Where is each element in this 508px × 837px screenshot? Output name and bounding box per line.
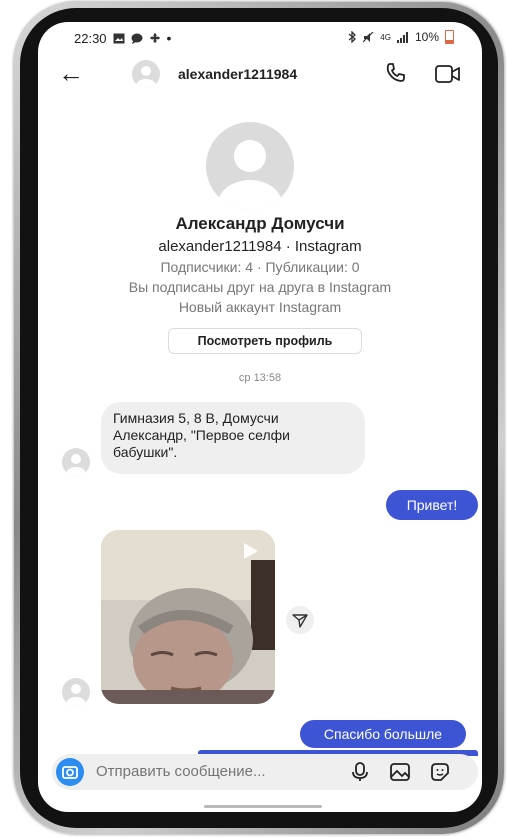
signal-icon <box>396 31 408 43</box>
phone-screen: 22:30 • 4G 10% ← alexander1211984 Алекса… <box>38 22 482 812</box>
status-right: 4G 10% <box>347 30 454 44</box>
home-indicator <box>204 805 322 808</box>
battery-icon <box>445 30 454 44</box>
chat-header: ← alexander1211984 <box>38 54 482 94</box>
battery-percent: 10% <box>414 30 439 44</box>
camera-button[interactable] <box>56 758 84 786</box>
phone-call-icon[interactable] <box>382 60 408 86</box>
avatar-placeholder-icon <box>136 66 156 88</box>
avatar-placeholder-icon <box>66 684 86 706</box>
sender-avatar <box>62 448 90 476</box>
camera-icon <box>62 766 78 779</box>
video-message[interactable] <box>101 530 275 704</box>
back-arrow-icon[interactable]: ← <box>58 58 84 88</box>
status-time: 22:30 <box>74 30 107 46</box>
status-left: 22:30 • <box>74 30 171 46</box>
avatar-placeholder-icon <box>218 140 282 210</box>
network-type: 4G <box>380 32 391 42</box>
fan-icon <box>149 33 160 43</box>
status-bar: 22:30 • 4G 10% <box>38 22 482 52</box>
gallery-icon[interactable] <box>388 760 412 784</box>
play-icon[interactable] <box>241 542 259 560</box>
message-input[interactable] <box>96 754 316 790</box>
sticker-icon[interactable] <box>428 760 452 784</box>
mute-icon <box>363 31 374 42</box>
profile-mutual-follow: Вы подписаны друг на друга в Instagram <box>128 279 392 295</box>
profile-avatar <box>206 122 294 210</box>
sender-avatar <box>62 678 90 706</box>
profile-stats: Подписчики: 4 · Публикации: 0 <box>160 259 360 275</box>
bluetooth-icon <box>348 31 357 43</box>
message-composer <box>52 754 478 790</box>
profile-handle: alexander1211984 · Instagram <box>158 238 362 255</box>
message-timestamp: ср 13:58 <box>238 372 282 384</box>
avatar-placeholder-icon <box>66 454 86 476</box>
profile-full-name: Александр Домусчи <box>175 214 345 233</box>
chat-icon <box>131 33 143 44</box>
incoming-message[interactable]: Гимназия 5, 8 В, Домусчи Александр, "Пер… <box>101 402 365 474</box>
outgoing-message[interactable]: Привет! <box>386 490 478 520</box>
header-username[interactable]: alexander1211984 <box>178 66 297 82</box>
send-arrow-icon <box>292 614 308 628</box>
microphone-icon[interactable] <box>348 760 372 784</box>
profile-new-account: Новый аккаунт Instagram <box>178 299 342 315</box>
header-avatar[interactable] <box>132 60 160 88</box>
view-profile-button[interactable]: Посмотреть профиль <box>168 328 362 354</box>
video-call-icon[interactable] <box>434 62 462 86</box>
share-button[interactable] <box>286 606 314 634</box>
gallery-icon <box>113 33 125 43</box>
outgoing-message[interactable]: Спасибо большле <box>300 720 466 748</box>
status-dot: • <box>166 30 172 46</box>
